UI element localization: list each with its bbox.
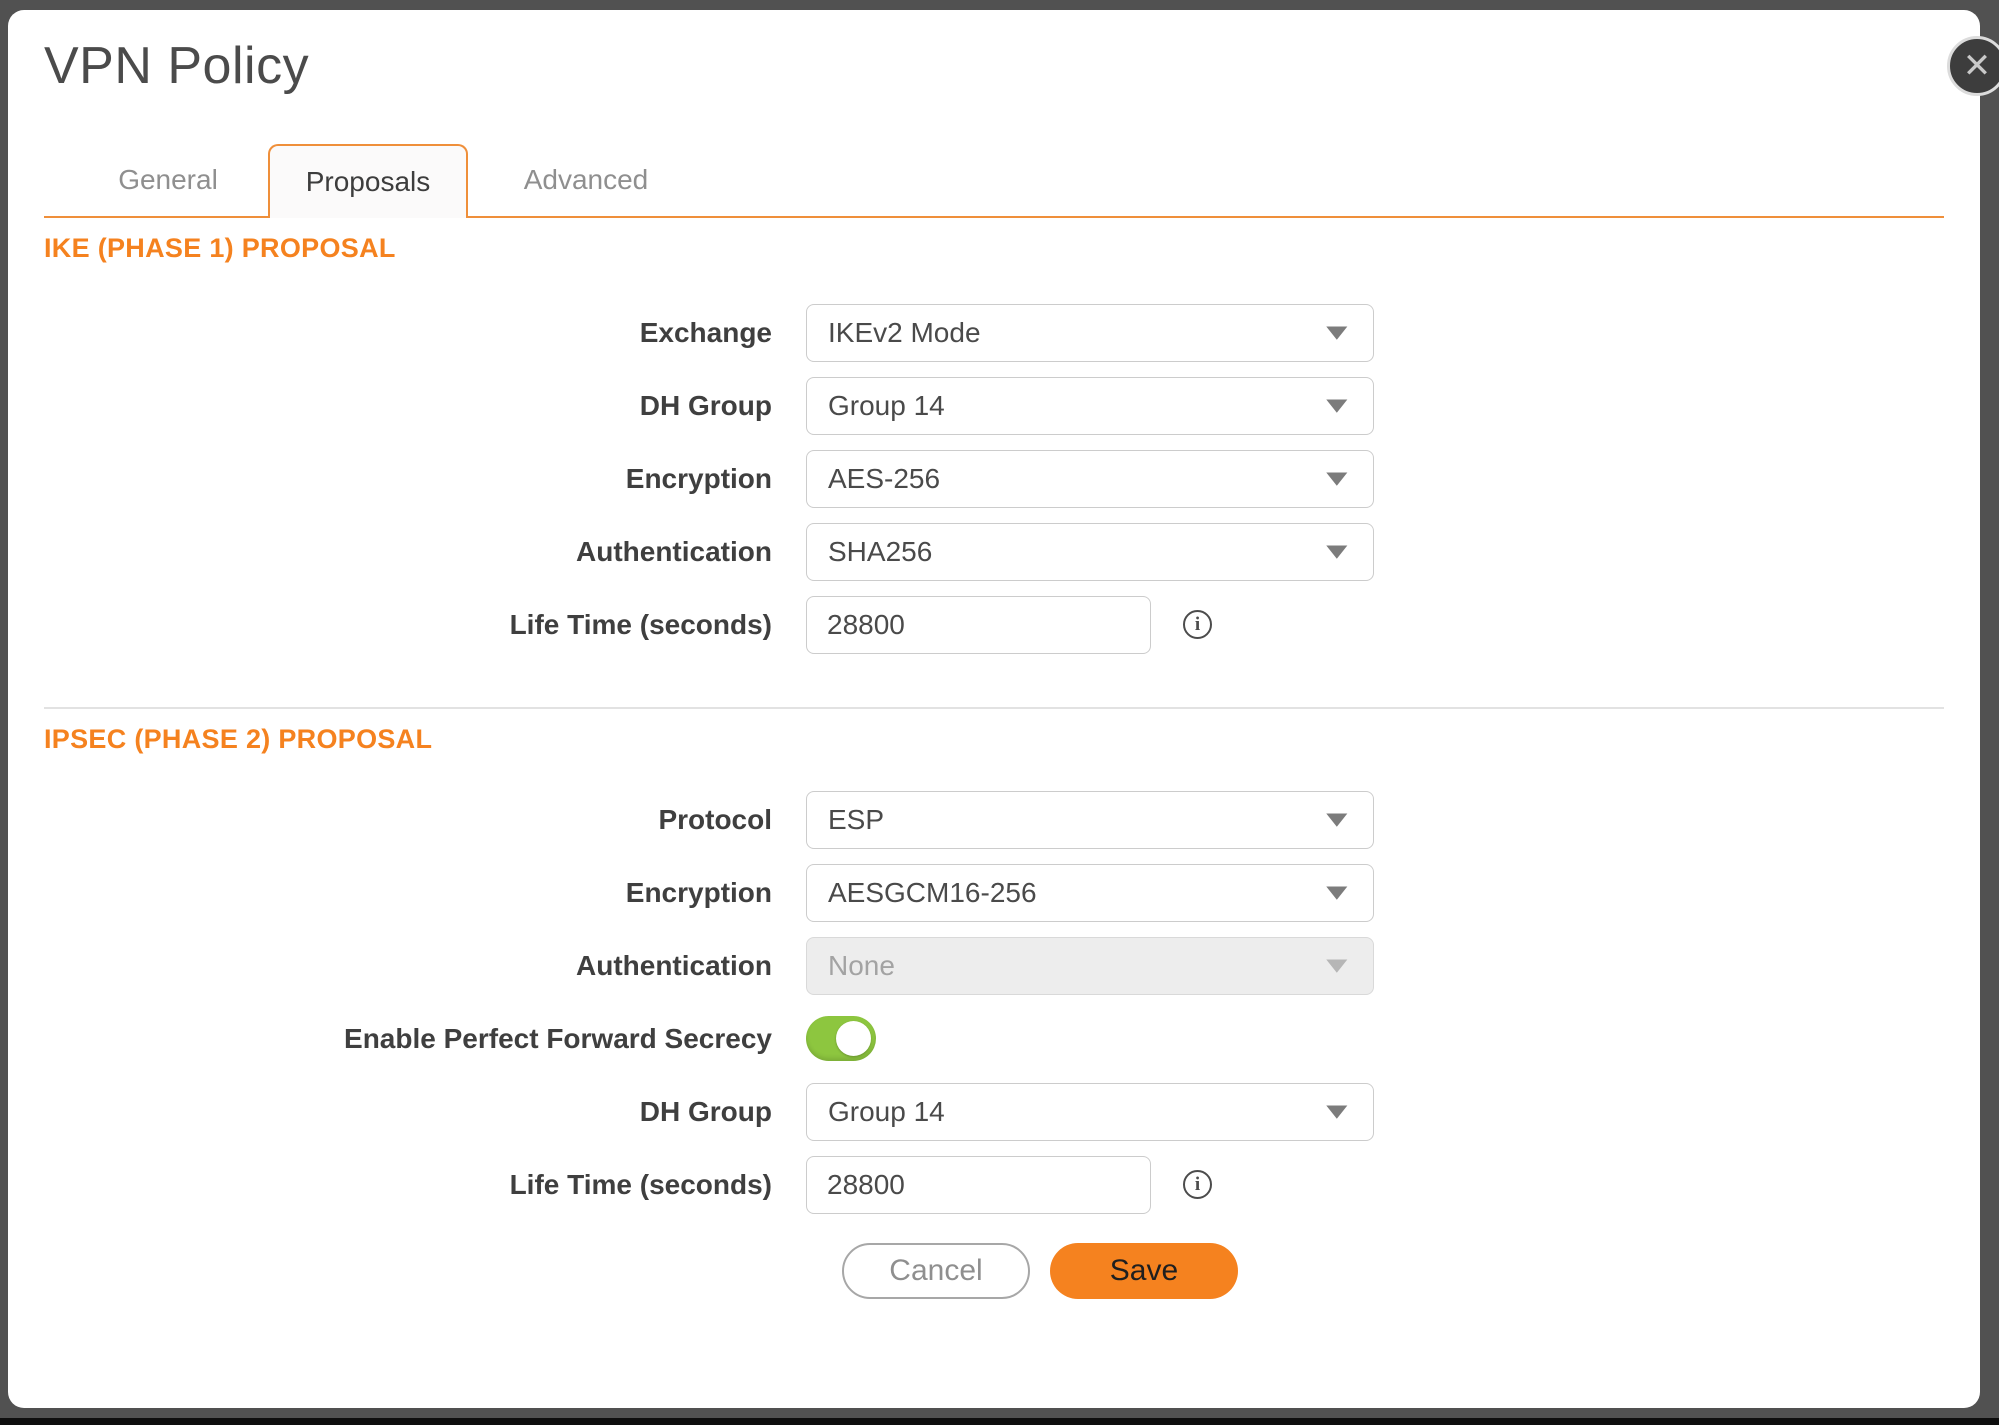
protocol-label: Protocol: [44, 804, 772, 836]
chevron-down-icon: ▼: [1319, 954, 1355, 977]
exchange-label: Exchange: [44, 317, 772, 349]
tab-advanced[interactable]: Advanced: [468, 144, 704, 216]
page-title: VPN Policy: [44, 36, 1944, 96]
dh-group-label: DH Group: [44, 390, 772, 422]
chevron-down-icon: ▼: [1319, 467, 1355, 490]
chevron-down-icon: ▼: [1319, 1100, 1355, 1123]
info-icon[interactable]: i: [1183, 610, 1212, 639]
save-button[interactable]: Save: [1050, 1243, 1238, 1299]
pfs-toggle-knob: [836, 1021, 871, 1056]
authentication2-row: Authentication None ▼: [44, 929, 1944, 1002]
authentication2-value: None: [828, 950, 1325, 982]
phase2-fields: Protocol ESP ▼ Encryption AESGCM16-256 ▼…: [44, 783, 1944, 1221]
chevron-down-icon: ▼: [1319, 808, 1355, 831]
dialog-footer: Cancel Save: [44, 1243, 1944, 1299]
close-button[interactable]: ✕: [1947, 36, 1999, 96]
life-time2-input[interactable]: [806, 1156, 1151, 1214]
tab-general[interactable]: General: [68, 144, 268, 216]
tab-advanced-label: Advanced: [524, 164, 649, 196]
tab-proposals-label: Proposals: [306, 166, 431, 198]
encryption2-row: Encryption AESGCM16-256 ▼: [44, 856, 1944, 929]
close-icon: ✕: [1963, 47, 1992, 85]
pfs-label: Enable Perfect Forward Secrecy: [44, 1023, 772, 1055]
authentication-value: SHA256: [828, 536, 1325, 568]
authentication2-label: Authentication: [44, 950, 772, 982]
chevron-down-icon: ▼: [1319, 540, 1355, 563]
exchange-row: Exchange IKEv2 Mode ▼: [44, 296, 1944, 369]
tab-proposals[interactable]: Proposals: [268, 144, 468, 218]
chevron-down-icon: ▼: [1319, 321, 1355, 344]
protocol-row: Protocol ESP ▼: [44, 783, 1944, 856]
info-icon[interactable]: i: [1183, 1170, 1212, 1199]
encryption2-value: AESGCM16-256: [828, 877, 1325, 909]
tab-general-label: General: [118, 164, 218, 196]
pfs-toggle[interactable]: [806, 1016, 876, 1061]
phase2-heading: IPSEC (PHASE 2) PROPOSAL: [44, 723, 1944, 755]
encryption-value: AES-256: [828, 463, 1325, 495]
authentication2-select-disabled: None ▼: [806, 937, 1374, 995]
vpn-policy-dialog: VPN Policy General Proposals Advanced IK…: [8, 10, 1980, 1408]
protocol-value: ESP: [828, 804, 1325, 836]
authentication-label: Authentication: [44, 536, 772, 568]
life-time-label: Life Time (seconds): [44, 609, 772, 641]
cancel-button[interactable]: Cancel: [842, 1243, 1030, 1299]
encryption-select[interactable]: AES-256 ▼: [806, 450, 1374, 508]
dh-group-row: DH Group Group 14 ▼: [44, 369, 1944, 442]
life-time2-label: Life Time (seconds): [44, 1169, 772, 1201]
protocol-select[interactable]: ESP ▼: [806, 791, 1374, 849]
dh-group2-row: DH Group Group 14 ▼: [44, 1075, 1944, 1148]
dh-group2-select[interactable]: Group 14 ▼: [806, 1083, 1374, 1141]
life-time2-row: Life Time (seconds) i: [44, 1148, 1944, 1221]
dh-group2-label: DH Group: [44, 1096, 772, 1128]
exchange-value: IKEv2 Mode: [828, 317, 1325, 349]
dh-group2-value: Group 14: [828, 1096, 1325, 1128]
section-divider: [44, 707, 1944, 709]
phase1-fields: Exchange IKEv2 Mode ▼ DH Group Group 14 …: [44, 296, 1944, 661]
phase1-heading: IKE (PHASE 1) PROPOSAL: [44, 232, 1944, 264]
encryption2-label: Encryption: [44, 877, 772, 909]
authentication-row: Authentication SHA256 ▼: [44, 515, 1944, 588]
dh-group-select[interactable]: Group 14 ▼: [806, 377, 1374, 435]
life-time-input[interactable]: [806, 596, 1151, 654]
encryption2-select[interactable]: AESGCM16-256 ▼: [806, 864, 1374, 922]
exchange-select[interactable]: IKEv2 Mode ▼: [806, 304, 1374, 362]
window-bottom-edge: [0, 1418, 1999, 1425]
chevron-down-icon: ▼: [1319, 881, 1355, 904]
chevron-down-icon: ▼: [1319, 394, 1355, 417]
encryption-row: Encryption AES-256 ▼: [44, 442, 1944, 515]
authentication-select[interactable]: SHA256 ▼: [806, 523, 1374, 581]
dh-group-value: Group 14: [828, 390, 1325, 422]
encryption-label: Encryption: [44, 463, 772, 495]
life-time-row: Life Time (seconds) i: [44, 588, 1944, 661]
tab-bar: General Proposals Advanced: [44, 146, 1944, 218]
pfs-row: Enable Perfect Forward Secrecy: [44, 1002, 1944, 1075]
